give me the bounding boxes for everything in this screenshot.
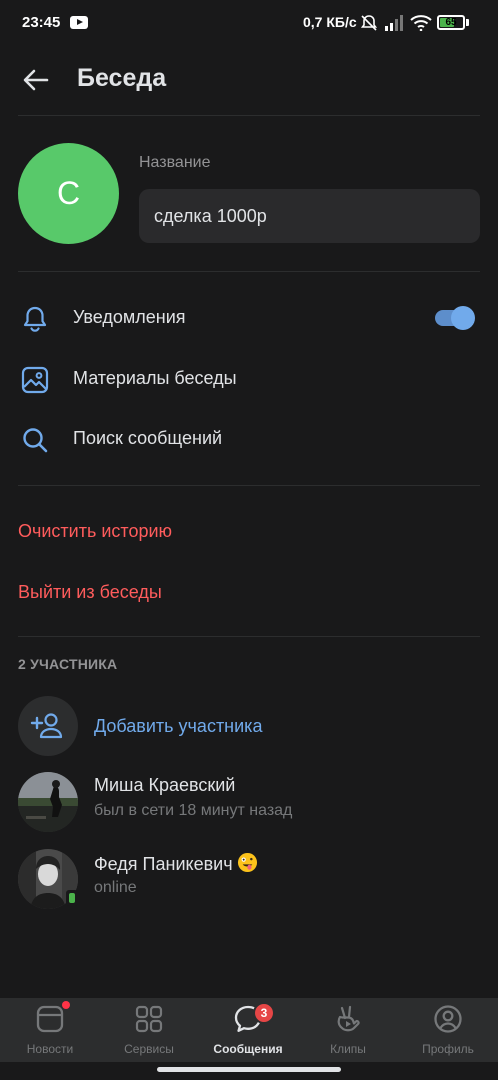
divider [18, 271, 480, 272]
toggle-knob [451, 306, 475, 330]
services-icon [135, 1005, 163, 1033]
zany-face-emoji [237, 852, 257, 873]
member-status: online [94, 879, 137, 896]
tab-profile[interactable]: Профиль [398, 998, 498, 1062]
bell-muted-icon [360, 15, 378, 31]
add-member-label: Добавить участника [94, 716, 263, 736]
divider [18, 115, 480, 116]
youtube-notification-icon [70, 16, 88, 29]
search-item[interactable]: Поиск сообщений [0, 409, 498, 469]
member-name: Миша Краевский [94, 775, 236, 795]
profile-icon [434, 1005, 462, 1033]
online-indicator [66, 890, 78, 906]
notifications-label: Уведомления [73, 307, 186, 327]
clear-history-button[interactable]: Очистить историю [18, 521, 172, 542]
news-dot-badge [62, 1001, 70, 1009]
status-time: 23:45 [22, 14, 61, 31]
header: Беседа [0, 50, 498, 110]
members-section-title: 2 УЧАСТНИКА [18, 656, 118, 672]
back-button[interactable] [18, 62, 54, 98]
chat-avatar[interactable]: С [18, 143, 119, 244]
tab-label: Сервисы [124, 1042, 174, 1056]
wifi-icon [410, 15, 432, 31]
member-name: Федя Паникевич [94, 852, 258, 875]
member-row[interactable]: Федя Паникевич online [0, 844, 498, 914]
network-speed: 0,7 КБ/с [303, 14, 357, 30]
avatar [18, 772, 78, 832]
arrow-left-icon [23, 69, 49, 91]
tab-label: Сообщения [213, 1042, 283, 1056]
media-label: Материалы беседы [73, 368, 237, 388]
status-bar: 23:45 0,7 КБ/с 65 [0, 0, 498, 46]
divider [18, 485, 480, 486]
battery-cap [466, 19, 469, 26]
status-icons [360, 13, 432, 33]
search-icon [23, 428, 48, 453]
tab-messages[interactable]: 3 Сообщения [198, 998, 298, 1062]
add-user-icon [30, 713, 63, 739]
home-indicator[interactable] [157, 1067, 341, 1072]
divider [18, 636, 480, 637]
notifications-toggle[interactable] [435, 306, 475, 330]
member-row[interactable]: Миша Краевский был в сети 18 минут назад [0, 767, 498, 837]
add-member-button[interactable]: Добавить участника [0, 695, 498, 757]
messages-count-badge: 3 [253, 1002, 275, 1024]
tab-label: Клипы [330, 1042, 366, 1056]
tab-label: Профиль [422, 1042, 474, 1056]
page-title: Беседа [77, 64, 167, 92]
battery-icon: 65 [437, 15, 465, 30]
image-icon [21, 366, 49, 394]
search-label: Поиск сообщений [73, 428, 223, 448]
chat-name-field[interactable]: сделка 1000р [139, 189, 480, 243]
name-label: Название [139, 154, 211, 171]
avatar-letter: С [56, 175, 81, 211]
add-member-circle [18, 696, 78, 756]
signal-icon [385, 15, 403, 31]
media-item[interactable]: Материалы беседы [0, 349, 498, 409]
clips-icon [337, 1005, 360, 1032]
leave-chat-button[interactable]: Выйти из беседы [18, 582, 162, 603]
notifications-item[interactable]: Уведомления [0, 288, 498, 348]
tab-services[interactable]: Сервисы [99, 998, 199, 1062]
member-name-text: Федя Паникевич [94, 854, 233, 874]
tab-bar: Новости Сервисы 3 Сообщения Клипы Профил… [0, 998, 498, 1062]
member-status: был в сети 18 минут назад [94, 802, 293, 819]
bell-icon [23, 306, 47, 332]
tab-clips[interactable]: Клипы [298, 998, 398, 1062]
tab-news[interactable]: Новости [0, 998, 100, 1062]
tab-label: Новости [26, 1042, 74, 1056]
battery-level: 65 [445, 17, 457, 28]
news-icon [36, 1005, 64, 1033]
